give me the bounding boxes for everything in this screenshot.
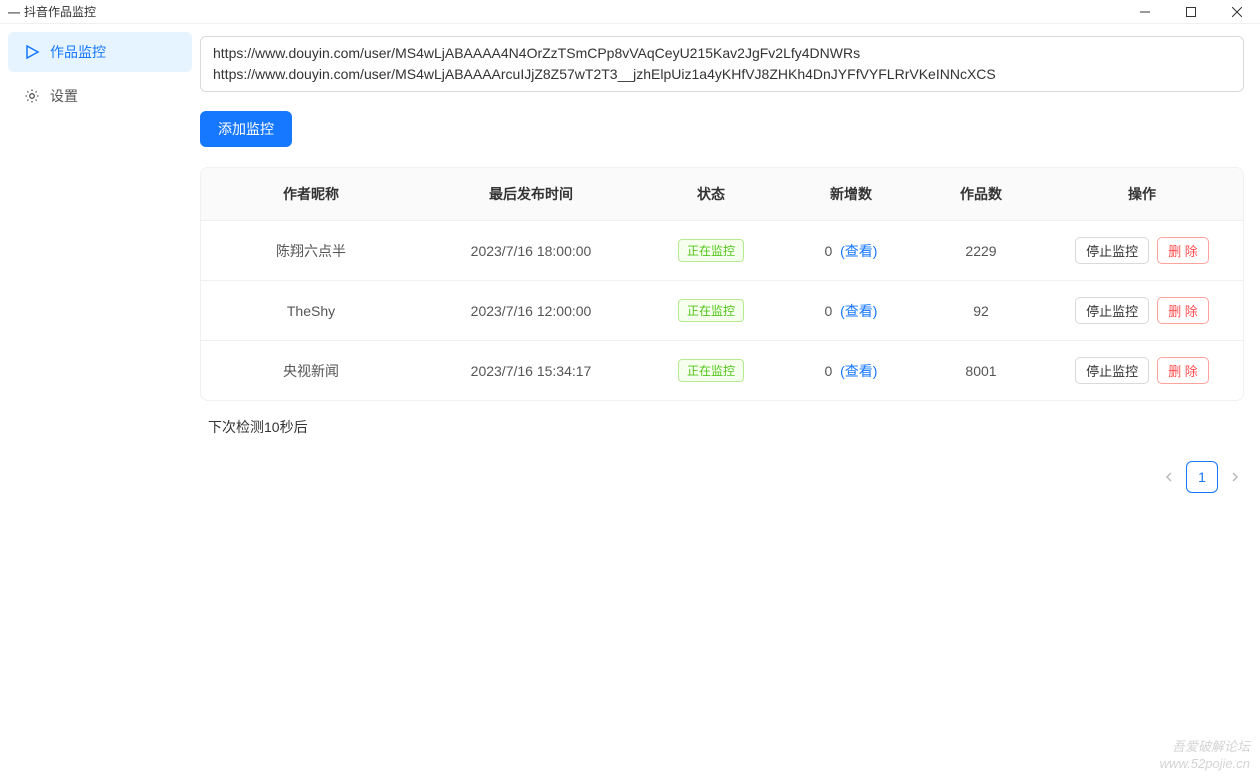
cell-author: TheShy <box>201 281 421 341</box>
cell-work-count: 92 <box>921 281 1041 341</box>
stop-monitor-button[interactable]: 停止监控 <box>1075 357 1149 384</box>
status-badge: 正在监控 <box>678 359 744 382</box>
url-input[interactable] <box>200 36 1244 92</box>
col-new-count: 新增数 <box>781 168 921 221</box>
watermark: 吾爱破解论坛 www.52pojie.cn <box>1160 739 1250 773</box>
status-badge: 正在监控 <box>678 239 744 262</box>
sidebar: 作品监控 设置 <box>0 24 200 779</box>
delete-button[interactable]: 删 除 <box>1157 357 1209 384</box>
next-check-text: 下次检测10秒后 <box>200 417 1244 437</box>
col-author: 作者昵称 <box>201 168 421 221</box>
stop-monitor-button[interactable]: 停止监控 <box>1075 297 1149 324</box>
view-link[interactable]: (查看) <box>840 363 877 379</box>
cell-new-count: 0 (查看) <box>781 221 921 281</box>
delete-button[interactable]: 删 除 <box>1157 237 1209 264</box>
window-title: 抖音作品监控 <box>24 3 96 20</box>
app-icon: — <box>8 5 20 19</box>
table-row: TheShy 2023/7/16 12:00:00 正在监控 0 (查看) 92… <box>201 281 1243 341</box>
table-row: 央视新闻 2023/7/16 15:34:17 正在监控 0 (查看) 8001… <box>201 341 1243 401</box>
table-header-row: 作者昵称 最后发布时间 状态 新增数 作品数 操作 <box>201 168 1243 221</box>
url-input-wrap <box>200 36 1244 95</box>
cell-author: 央视新闻 <box>201 341 421 401</box>
window-controls <box>1122 0 1260 24</box>
cell-work-count: 2229 <box>921 221 1041 281</box>
cell-new-count: 0 (查看) <box>781 341 921 401</box>
stop-monitor-button[interactable]: 停止监控 <box>1075 237 1149 264</box>
page-next[interactable] <box>1230 472 1240 482</box>
col-work-count: 作品数 <box>921 168 1041 221</box>
page-prev[interactable] <box>1164 472 1174 482</box>
minimize-button[interactable] <box>1122 0 1168 24</box>
monitor-table: 作者昵称 最后发布时间 状态 新增数 作品数 操作 陈翔六点半 2023/7/1… <box>200 167 1244 401</box>
page-number[interactable]: 1 <box>1186 461 1218 493</box>
delete-button[interactable]: 删 除 <box>1157 297 1209 324</box>
pagination: 1 <box>200 461 1244 493</box>
view-link[interactable]: (查看) <box>840 303 877 319</box>
col-status: 状态 <box>641 168 781 221</box>
sidebar-item-label: 设置 <box>50 86 78 106</box>
cell-ops: 停止监控 删 除 <box>1041 281 1243 341</box>
status-badge: 正在监控 <box>678 299 744 322</box>
maximize-button[interactable] <box>1168 0 1214 24</box>
titlebar: — 抖音作品监控 <box>0 0 1260 24</box>
main-layout: 作品监控 设置 添加监控 作者昵称 最后发布时间 状态 新增数 作品 <box>0 24 1260 779</box>
cell-last-publish: 2023/7/16 15:34:17 <box>421 341 641 401</box>
play-icon <box>24 44 40 60</box>
sidebar-item-settings[interactable]: 设置 <box>8 76 192 116</box>
col-last-publish: 最后发布时间 <box>421 168 641 221</box>
content-area: 添加监控 作者昵称 最后发布时间 状态 新增数 作品数 操作 陈翔六点半 202… <box>200 24 1260 779</box>
watermark-line2: www.52pojie.cn <box>1160 756 1250 773</box>
cell-ops: 停止监控 删 除 <box>1041 341 1243 401</box>
window-title-wrap: — 抖音作品监控 <box>8 3 96 20</box>
table-row: 陈翔六点半 2023/7/16 18:00:00 正在监控 0 (查看) 222… <box>201 221 1243 281</box>
cell-status: 正在监控 <box>641 221 781 281</box>
close-button[interactable] <box>1214 0 1260 24</box>
cell-status: 正在监控 <box>641 341 781 401</box>
col-ops: 操作 <box>1041 168 1243 221</box>
add-monitor-button[interactable]: 添加监控 <box>200 111 292 147</box>
gear-icon <box>24 88 40 104</box>
sidebar-item-monitor[interactable]: 作品监控 <box>8 32 192 72</box>
cell-author: 陈翔六点半 <box>201 221 421 281</box>
cell-work-count: 8001 <box>921 341 1041 401</box>
cell-last-publish: 2023/7/16 18:00:00 <box>421 221 641 281</box>
cell-ops: 停止监控 删 除 <box>1041 221 1243 281</box>
cell-last-publish: 2023/7/16 12:00:00 <box>421 281 641 341</box>
sidebar-item-label: 作品监控 <box>50 42 106 62</box>
cell-new-count: 0 (查看) <box>781 281 921 341</box>
view-link[interactable]: (查看) <box>840 243 877 259</box>
cell-status: 正在监控 <box>641 281 781 341</box>
watermark-line1: 吾爱破解论坛 <box>1160 739 1250 756</box>
